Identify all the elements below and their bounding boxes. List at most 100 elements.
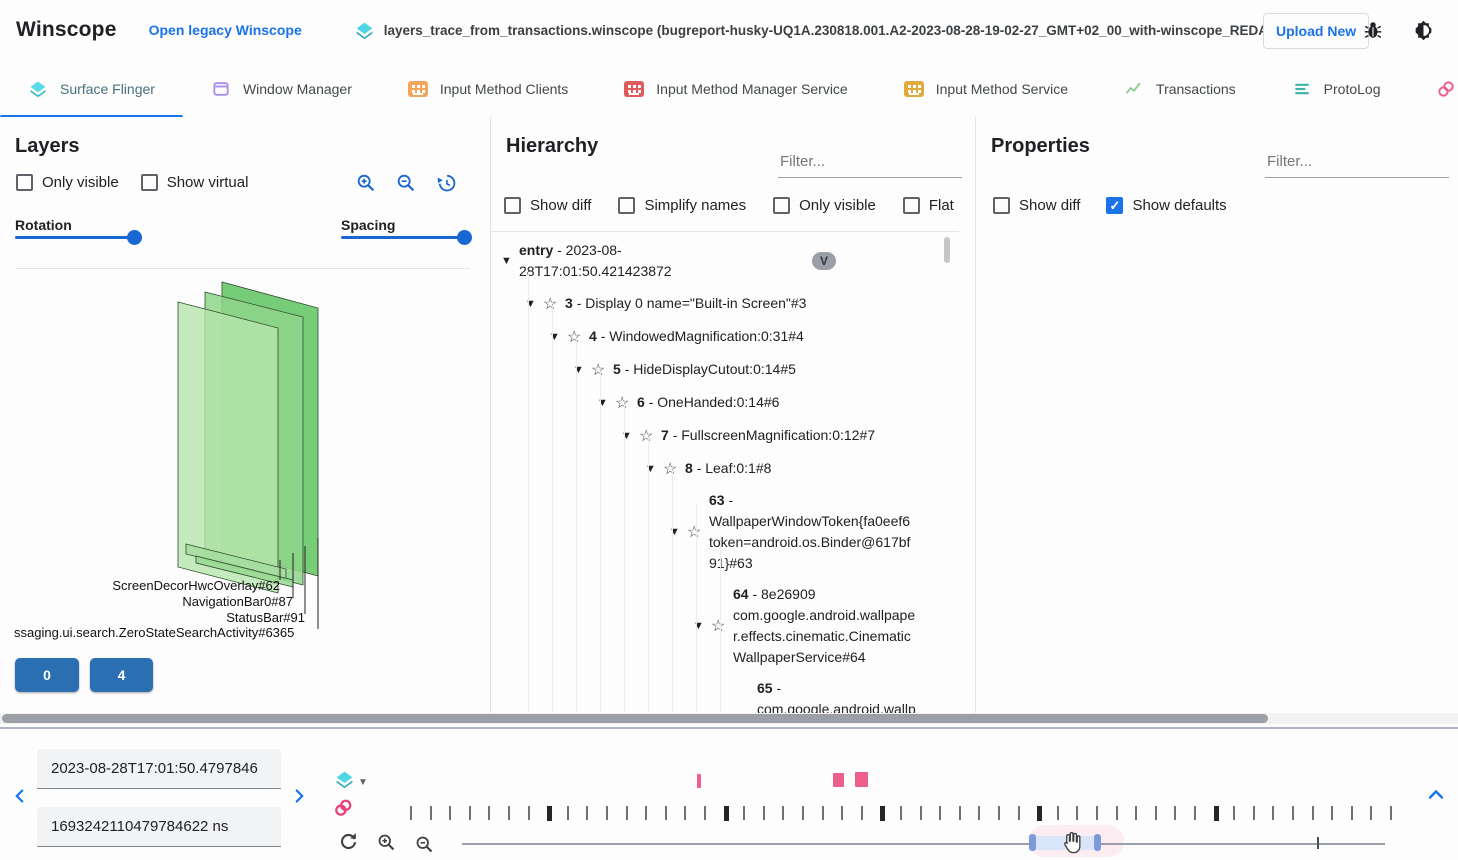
- star-icon[interactable]: ☆: [615, 393, 637, 413]
- star-icon[interactable]: ☆: [591, 360, 613, 380]
- properties-panel: Properties Show diff ✓Show defaults: [975, 117, 1458, 713]
- display-button-0[interactable]: 0: [15, 658, 79, 692]
- main-content: Layers Only visible Show virtual Rotatio…: [0, 117, 1458, 713]
- transitions-trace-icon[interactable]: [333, 797, 354, 823]
- tab-input-method-manager-service[interactable]: Input Method Manager Service: [596, 60, 875, 117]
- hierarchy-filter-input[interactable]: [778, 145, 962, 178]
- tree-node[interactable]: ▼☆ 63 - WallpaperWindowToken{fa0eef6 tok…: [669, 485, 956, 579]
- star-icon[interactable]: ☆: [687, 522, 709, 542]
- tree-node[interactable]: ▼☆ 6 - OneHanded:0:14#6: [597, 386, 956, 419]
- hierarchy-title: Hierarchy: [506, 135, 598, 158]
- display-button-4[interactable]: 4: [90, 658, 153, 692]
- only-visible-checkbox[interactable]: Only visible: [16, 174, 119, 191]
- layer-label[interactable]: ssaging.ui.search.ZeroStateSearchActivit…: [14, 625, 294, 640]
- collapse-arrow-icon[interactable]: ▼: [501, 255, 519, 267]
- range-handle-right[interactable]: [1094, 834, 1101, 851]
- checkbox-label: Only visible: [42, 174, 119, 191]
- tab-surface-flinger[interactable]: Surface Flinger: [0, 60, 183, 117]
- layer-label[interactable]: ScreenDecorHwcOverlay#62: [112, 578, 280, 593]
- star-icon[interactable]: ☆: [567, 327, 589, 347]
- checkbox-box[interactable]: [903, 197, 920, 214]
- next-entry-icon[interactable]: [288, 785, 310, 807]
- winscope-app: Winscope Open legacy Winscope layers_tra…: [0, 0, 1458, 860]
- rotation-slider[interactable]: [15, 236, 140, 239]
- zoom-in-icon[interactable]: [376, 832, 397, 858]
- show-defaults-checkbox[interactable]: ✓Show defaults: [1106, 197, 1226, 214]
- checkbox-label: Flat: [929, 197, 954, 214]
- layer-label[interactable]: StatusBar#91: [226, 610, 305, 625]
- checkbox-box[interactable]: [773, 197, 790, 214]
- checkbox-box[interactable]: [504, 197, 521, 214]
- refresh-icon[interactable]: [338, 830, 359, 856]
- transition-marker[interactable]: [697, 774, 701, 788]
- rings-icon: [1436, 79, 1456, 99]
- scrollbar-thumb[interactable]: [2, 714, 1268, 723]
- zoom-out-icon[interactable]: [414, 834, 435, 860]
- trace-dropdown-icon[interactable]: ▼: [358, 777, 368, 788]
- timeline-ruler[interactable]: [410, 806, 1400, 821]
- timeline-panel: ▼: [0, 729, 1458, 860]
- checkbox-box[interactable]: ✓: [1106, 197, 1123, 214]
- tab-label: ProtoLog: [1324, 81, 1381, 97]
- report-bug-icon[interactable]: [1362, 19, 1386, 43]
- checkbox-box[interactable]: [618, 197, 635, 214]
- hierarchy-scrollbar[interactable]: [944, 237, 950, 263]
- checkbox-box[interactable]: [993, 197, 1010, 214]
- loaded-trace-file: layers_trace_from_transactions.winscope …: [354, 20, 1292, 41]
- previous-entry-icon[interactable]: [9, 785, 31, 807]
- keyboard-icon: [408, 81, 428, 97]
- tree-node-entry[interactable]: ▼ entry - 2023-08-28T17:01:50.421423872 …: [501, 235, 956, 287]
- timestamp-ns-input[interactable]: [37, 807, 281, 847]
- star-icon[interactable]: ☆: [711, 616, 733, 636]
- tree-node[interactable]: ▼☆ 5 - HideDisplayCutout:0:14#5: [573, 353, 956, 386]
- simplify-names-checkbox[interactable]: Simplify names: [618, 197, 746, 214]
- tree-node[interactable]: ▼☆ 3 - Display 0 name="Built-in Screen"#…: [525, 287, 956, 320]
- open-legacy-link[interactable]: Open legacy Winscope: [149, 22, 302, 38]
- transition-marker[interactable]: [855, 772, 868, 787]
- transition-marker[interactable]: [833, 773, 844, 787]
- rotation-slider-thumb[interactable]: [127, 230, 142, 245]
- star-icon[interactable]: ☆: [639, 426, 661, 446]
- properties-filter-input[interactable]: [1265, 145, 1449, 178]
- tree-node[interactable]: ▼☆ 8 - Leaf:0:1#8: [645, 452, 956, 485]
- star-icon[interactable]: ☆: [543, 294, 565, 314]
- upload-new-button[interactable]: Upload New: [1263, 13, 1369, 49]
- show-diff-checkbox[interactable]: Show diff: [993, 197, 1080, 214]
- tab-label: Window Manager: [243, 81, 352, 97]
- tab-window-manager[interactable]: Window Manager: [183, 60, 380, 117]
- show-diff-checkbox[interactable]: Show diff: [504, 197, 591, 214]
- collapse-timeline-icon[interactable]: [1424, 783, 1446, 805]
- layer-label[interactable]: NavigationBar0#87: [182, 594, 293, 609]
- spacing-slider[interactable]: [341, 236, 466, 239]
- timeline-range-track[interactable]: [462, 843, 1385, 845]
- tree-node[interactable]: ▼☆ 4 - WindowedMagnification:0:31#4: [549, 320, 956, 353]
- spacing-slider-thumb[interactable]: [457, 230, 472, 245]
- checkbox-label: Show diff: [530, 197, 591, 214]
- checkbox-box[interactable]: [141, 174, 158, 191]
- hierarchy-panel: Hierarchy Show diff Simplify names Only …: [490, 117, 975, 713]
- tab-input-method-service[interactable]: Input Method Service: [876, 60, 1096, 117]
- tree-node[interactable]: ▼☆ 64 - 8e26909 com.google.android.wallp…: [693, 579, 956, 673]
- tab-transactions[interactable]: Transactions: [1096, 60, 1264, 117]
- show-virtual-checkbox[interactable]: Show virtual: [141, 174, 249, 191]
- flat-checkbox[interactable]: Flat: [903, 197, 954, 214]
- only-visible-checkbox[interactable]: Only visible: [773, 197, 876, 214]
- zoom-in-icon[interactable]: [355, 172, 377, 199]
- dark-mode-icon[interactable]: [1412, 19, 1436, 43]
- horizontal-scrollbar[interactable]: [0, 713, 1458, 724]
- tree-node[interactable]: ▼☆ 65 - com.google.android.wallpaper.eff…: [717, 673, 956, 713]
- zoom-out-icon[interactable]: [395, 172, 417, 199]
- layers-icon: [28, 79, 48, 99]
- range-handle-left[interactable]: [1029, 834, 1036, 851]
- timestamp-human-input[interactable]: [37, 749, 281, 789]
- tab-transitions[interactable]: Tr: [1408, 60, 1458, 117]
- active-trace-layers-icon[interactable]: [334, 769, 355, 795]
- checkbox-label: Show diff: [1019, 197, 1080, 214]
- tree-node[interactable]: ▼☆ 7 - FullscreenMagnification:0:12#7: [621, 419, 956, 452]
- tab-input-method-clients[interactable]: Input Method Clients: [380, 60, 596, 117]
- timeline-selected-range[interactable]: [1035, 836, 1095, 850]
- star-icon[interactable]: ☆: [663, 459, 685, 479]
- checkbox-box[interactable]: [16, 174, 33, 191]
- reset-view-icon[interactable]: [435, 172, 457, 199]
- tab-protolog[interactable]: ProtoLog: [1264, 60, 1409, 117]
